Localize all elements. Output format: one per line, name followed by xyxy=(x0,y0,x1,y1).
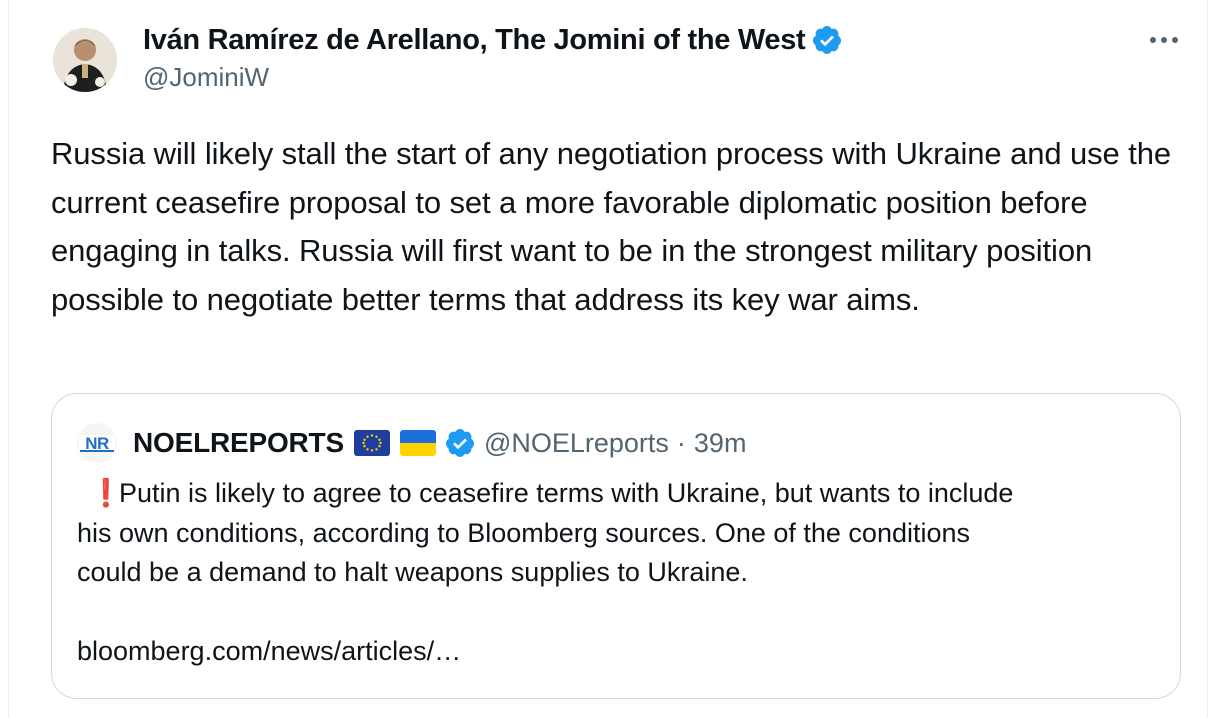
quoted-tweet[interactable]: NR NOELREPORTS @NOELreports · 39m ❗Putin… xyxy=(51,393,1181,699)
tweet-text: Russia will likely stall the start of an… xyxy=(51,136,1172,317)
quoted-author-handle[interactable]: @NOELreports xyxy=(484,428,669,459)
quoted-avatar[interactable]: NR xyxy=(77,423,117,463)
meta-separator: · xyxy=(676,427,686,458)
avatar[interactable] xyxy=(53,28,117,92)
noelreports-logo-icon: NR xyxy=(79,434,115,453)
quoted-author-name[interactable]: NOELREPORTS xyxy=(133,427,344,459)
tweet-card: Iván Ramírez de Arellano, The Jomini of … xyxy=(8,0,1208,718)
tweet-author: Iván Ramírez de Arellano, The Jomini of … xyxy=(143,20,843,93)
more-options-icon xyxy=(1150,37,1178,43)
quoted-text-line: his own conditions, according to Bloombe… xyxy=(77,517,971,548)
quoted-link[interactable]: bloomberg.com/news/articles/… xyxy=(77,632,1157,672)
author-display-name[interactable]: Iván Ramírez de Arellano, The Jomini of … xyxy=(143,24,806,57)
ukraine-flag-icon xyxy=(399,430,436,456)
eu-flag-icon xyxy=(353,430,390,456)
quoted-tweet-header: NR NOELREPORTS @NOELreports · 39m xyxy=(77,422,746,464)
exclamation-icon: ❗ xyxy=(89,478,123,508)
quoted-tweet-text: ❗Putin is likely to agree to ceasefire t… xyxy=(77,474,1157,672)
author-handle[interactable]: @JominiW xyxy=(143,62,843,93)
quoted-text-line: ❗Putin is likely to agree to ceasefire t… xyxy=(77,474,1157,514)
quoted-text-line: could be a demand to halt weapons suppli… xyxy=(77,557,748,587)
more-options-button[interactable] xyxy=(1146,26,1182,54)
verified-badge-icon[interactable] xyxy=(811,24,843,56)
profile-photo xyxy=(53,28,117,92)
quoted-timestamp[interactable]: 39m xyxy=(694,428,747,459)
verified-badge-icon xyxy=(445,429,474,457)
